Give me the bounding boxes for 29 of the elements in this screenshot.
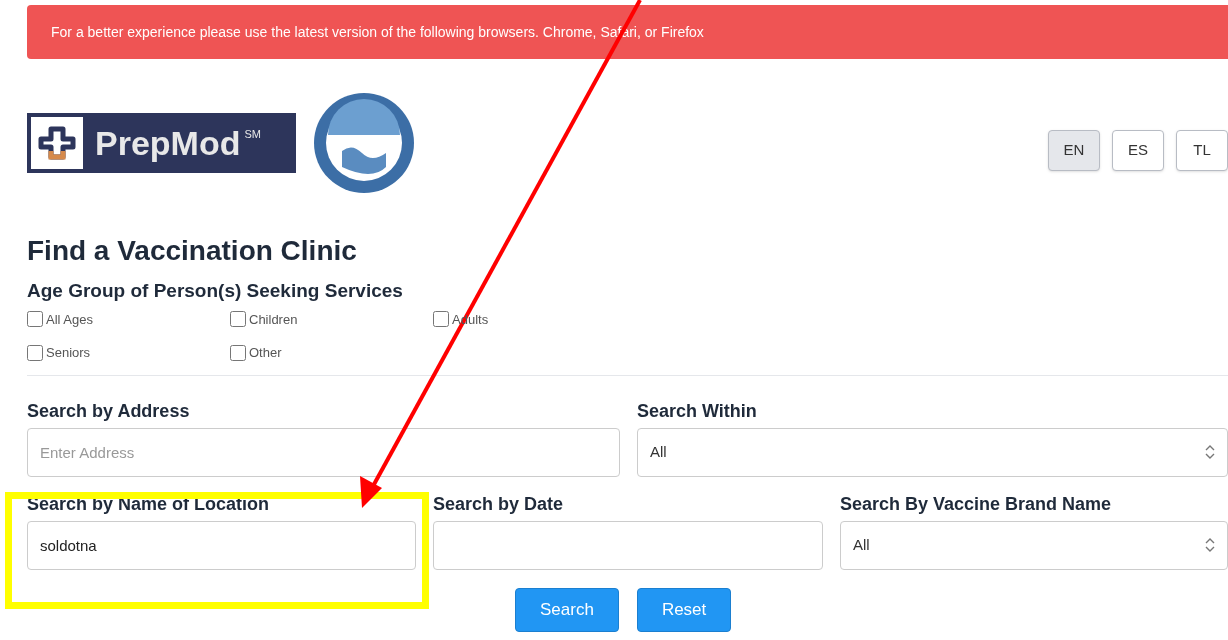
date-label: Search by Date	[433, 492, 565, 516]
brand-select[interactable]: All	[840, 520, 1228, 570]
age-option-label: Seniors	[46, 344, 91, 362]
brand-label: Search By Vaccine Brand Name	[840, 492, 1113, 516]
cross-logo-icon	[31, 117, 83, 169]
age-option-label: Other	[249, 344, 282, 362]
language-button[interactable]: TL	[1176, 129, 1228, 171]
age-group-label: Age Group of Person(s) Seeking Services	[27, 279, 404, 303]
age-checkbox[interactable]	[230, 311, 246, 328]
address-label: Search by Address	[27, 399, 191, 423]
age-checkbox[interactable]	[27, 311, 43, 328]
service-mark: SM	[244, 127, 261, 142]
age-checkbox[interactable]	[433, 311, 449, 328]
state-seal-icon	[312, 91, 416, 195]
age-option-label: All Ages	[46, 310, 93, 329]
age-option-label: Children	[249, 310, 298, 329]
search-within-label: Search Within	[637, 399, 758, 423]
date-field[interactable]	[433, 520, 823, 570]
select-arrows-icon	[1205, 444, 1215, 460]
location-field[interactable]: soldotna	[27, 520, 416, 570]
language-button[interactable]: EN	[1048, 129, 1100, 171]
search-within-select[interactable]: All	[637, 427, 1228, 477]
age-checkbox[interactable]	[27, 344, 43, 361]
address-field[interactable]: Enter Address	[27, 427, 620, 477]
age-checkbox[interactable]	[230, 344, 246, 361]
logo-text: PrepMod	[95, 126, 241, 160]
page-title: Find a Vaccination Clinic	[27, 234, 358, 268]
select-arrows-icon	[1205, 537, 1215, 553]
language-button[interactable]: ES	[1112, 129, 1164, 171]
